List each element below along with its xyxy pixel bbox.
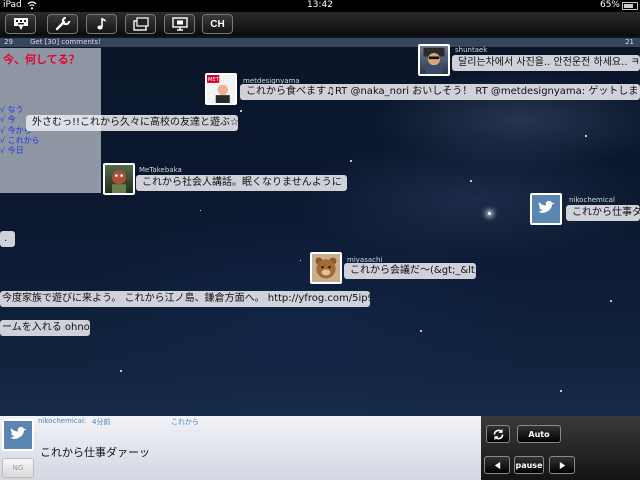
windows-icon [132, 17, 149, 31]
monitor-icon [171, 17, 188, 31]
tweet-text: . [0, 231, 15, 247]
avatar [310, 252, 342, 284]
bottom-panel: nikochemical: 4分前 これから これから仕事ダァーッ NG Aut… [0, 416, 640, 480]
star [300, 260, 301, 261]
battery-icon [622, 2, 638, 10]
avatar [103, 163, 135, 195]
star [585, 135, 587, 137]
twitter-bird-icon [10, 426, 27, 439]
tweet-text: これから会議だ〜(&gt;_&lt;) [344, 263, 476, 279]
ng-button[interactable]: NG [2, 458, 34, 478]
tweet-username: MeTakebaka [139, 166, 182, 174]
refresh-icon [493, 428, 503, 440]
star [240, 110, 242, 112]
star [200, 210, 201, 211]
left-arrow-icon [494, 461, 500, 469]
avatar: MET [205, 73, 237, 105]
selected-username: nikochemical: [38, 417, 87, 425]
previous-button[interactable] [484, 456, 510, 474]
monitor-button[interactable] [164, 14, 195, 34]
tweet-text: 달리는차에서 사진을.. 안전운전 하세요.. ㅋ [452, 55, 640, 71]
music-note-icon [96, 18, 106, 30]
battery-percent: 65% [599, 0, 620, 10]
keyword-item[interactable]: √ 今日 [0, 145, 24, 156]
tweet-text: これから食べます♫RT @naka_nori おいしそう！ RT @metdes… [240, 84, 640, 100]
star [470, 180, 472, 182]
svg-text:MET: MET [208, 77, 220, 83]
twitter-bird-icon [538, 200, 555, 213]
comment-count-bar: 29 Get [30] comments! 21 [0, 38, 640, 47]
auto-button[interactable]: Auto [517, 425, 561, 443]
stream-background: iPad 13:42 65% CH 29 Get [30] comments! … [0, 0, 640, 480]
star [420, 330, 422, 332]
logo-button[interactable] [5, 14, 36, 34]
avatar [418, 44, 450, 76]
keyword-panel-heading: 今、何してる？ [3, 53, 80, 66]
channel-button[interactable]: CH [202, 14, 233, 34]
tweet-username: shuntaek [455, 46, 488, 54]
next-button[interactable] [549, 456, 575, 474]
selected-tweet-panel[interactable]: nikochemical: 4分前 これから これから仕事ダァーッ NG [0, 416, 481, 480]
star [488, 212, 491, 215]
selected-avatar [2, 419, 34, 451]
left-count: 29 [4, 38, 13, 46]
tweet-text: 今度家族で遊びに来よう。 これから江ノ島、鎌倉方面へ。 http://yfrog… [0, 291, 370, 307]
keyword-item[interactable]: √ 今 [0, 114, 16, 125]
star [350, 160, 352, 162]
tweet-text: ームを入れる ohno [0, 320, 90, 336]
status-bar: iPad 13:42 65% [0, 0, 640, 12]
right-arrow-icon [559, 461, 565, 469]
toolbar: CH [0, 12, 640, 36]
logo-icon [13, 18, 28, 30]
comment-count-message: Get [30] comments! [30, 38, 102, 46]
tweet-text: これから仕事ダァ [566, 205, 640, 221]
pause-button[interactable]: pause [514, 456, 544, 474]
tweet-text: 外さむっ!!これから久々に高校の友達と遊ぶ☆ [26, 115, 238, 131]
selected-time: 4分前 [92, 418, 111, 426]
music-button[interactable] [86, 14, 117, 34]
star [610, 300, 612, 302]
clock: 13:42 [307, 0, 333, 10]
star [560, 390, 562, 392]
avatar [530, 193, 562, 225]
tweet-username: nikochemical [569, 196, 615, 204]
tweet-text: これから社会人講話。眠くなりませんように [136, 175, 347, 191]
star [120, 370, 122, 372]
selected-keyword: これから [171, 418, 199, 426]
wrench-icon [55, 17, 70, 31]
refresh-button[interactable] [486, 425, 510, 443]
settings-button[interactable] [47, 14, 78, 34]
selected-tweet-text: これから仕事ダァーッ [40, 446, 150, 459]
windows-button[interactable] [125, 14, 156, 34]
playback-controls: Auto pause [481, 416, 640, 480]
right-count: 21 [625, 38, 634, 46]
